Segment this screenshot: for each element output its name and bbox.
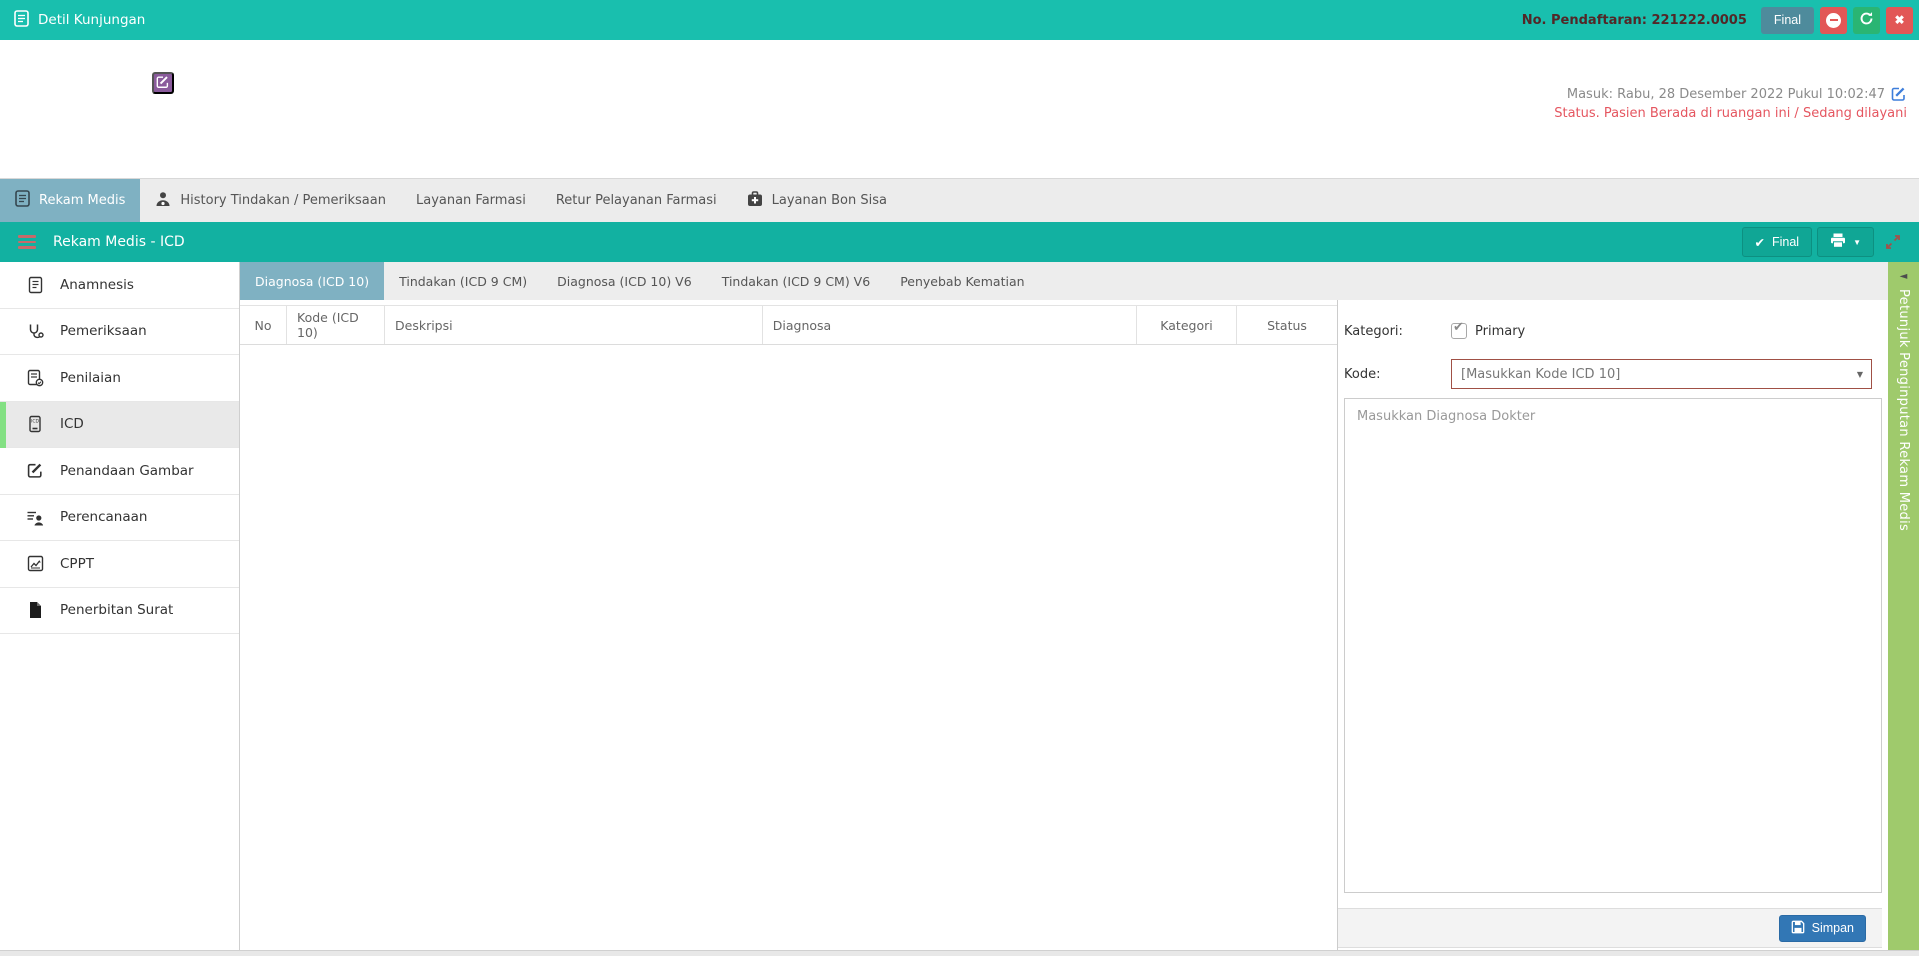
sidebar-item-penandaan-gambar[interactable]: Penandaan Gambar [0,448,239,495]
expand-fullscreen-icon[interactable] [1885,234,1901,250]
svg-text:ICD: ICD [31,419,39,425]
patient-status-text: Status. Pasien Berada di ruangan ini / S… [1554,106,1907,121]
refresh-button[interactable] [1853,7,1880,34]
help-drawer-label: Petunjuk Penginputan Rekam Medis [1896,289,1911,531]
help-drawer-toggle[interactable]: ◄ Petunjuk Penginputan Rekam Medis [1888,262,1919,950]
refresh-icon [1859,11,1874,29]
subtab-tindakan-icd9cm-v6[interactable]: Tindakan (ICD 9 CM) V6 [707,262,886,300]
registration-number: No. Pendaftaran: 221222.0005 [1522,13,1747,28]
diagnosa-entry-form: Kategori: ✔ Primary Kode: [Masukkan Kode… [1337,300,1888,950]
medical-record-icon [15,190,30,211]
print-dropdown-caret-icon: ▼ [1853,238,1861,247]
subtab-penyebab-kematian[interactable]: Penyebab Kematian [885,262,1039,300]
pencil-square-icon [24,462,46,479]
assessment-doc-icon [24,369,46,387]
masuk-text: Masuk: Rabu, 28 Desember 2022 Pukul 10:0… [1567,87,1885,102]
form-footer: Simpan [1338,908,1882,948]
panel-header-actions: ✔ Final ▼ [1742,227,1910,257]
content-area: Anamnesis Pemeriksaan Penilaian ICD ICD … [0,262,1919,950]
tab-rekam-medis[interactable]: Rekam Medis [0,179,140,222]
tab-layanan-bon-sisa[interactable]: Layanan Bon Sisa [732,179,902,222]
kode-select-placeholder: [Masukkan Kode ICD 10] [1461,367,1620,382]
document-icon [14,10,29,31]
sidebar-item-anamnesis[interactable]: Anamnesis [0,262,239,309]
close-button[interactable]: ✖ [1886,7,1913,34]
kode-icd10-select[interactable]: [Masukkan Kode ICD 10] ▼ [1451,359,1872,389]
edit-visit-button[interactable] [152,72,174,94]
visit-info-section: Masuk: Rabu, 28 Desember 2022 Pukul 10:0… [0,40,1919,178]
check-icon: ✔ [1755,235,1765,250]
tab-history-tindakan[interactable]: History Tindakan / Pemeriksaan [140,179,401,222]
tab-retur-pelayanan-farmasi[interactable]: Retur Pelayanan Farmasi [541,179,732,222]
icd-device-icon: ICD [24,415,46,433]
diagnosa-table: No Kode (ICD 10) Deskripsi Diagnosa Kate… [240,300,1337,950]
stethoscope-icon [24,323,46,340]
window-title: Detil Kunjungan [14,10,145,31]
panel-title: Rekam Medis - ICD [53,234,185,250]
print-button[interactable]: ▼ [1817,227,1874,257]
icd-main-area: Diagnosa (ICD 10) Tindakan (ICD 9 CM) Di… [240,262,1888,950]
subtab-diagnosa-icd10-v6[interactable]: Diagnosa (ICD 10) V6 [542,262,707,300]
detil-kunjungan-window: Detil Kunjungan No. Pendaftaran: 221222.… [0,0,1919,956]
save-floppy-icon [1791,920,1805,937]
sidebar-item-perencanaan[interactable]: Perencanaan [0,495,239,542]
column-header-diagnosa: Diagnosa [763,306,1137,344]
subtab-diagnosa-icd10[interactable]: Diagnosa (ICD 10) [240,262,384,300]
icd-sub-tab-bar: Diagnosa (ICD 10) Tindakan (ICD 9 CM) Di… [240,262,1888,300]
menu-icon[interactable] [18,235,36,249]
tab-layanan-farmasi[interactable]: Layanan Farmasi [401,179,541,222]
sidebar: Anamnesis Pemeriksaan Penilaian ICD ICD … [0,262,240,950]
topbar-actions: No. Pendaftaran: 221222.0005 Final ✖ [1522,7,1913,34]
diagnosa-work-area: No Kode (ICD 10) Deskripsi Diagnosa Kate… [240,300,1888,950]
simpan-button[interactable]: Simpan [1779,915,1866,942]
file-icon [24,601,46,619]
chart-icon [24,555,46,572]
doctor-icon [155,191,171,211]
column-header-deskripsi: Deskripsi [385,306,763,344]
sidebar-item-pemeriksaan[interactable]: Pemeriksaan [0,309,239,356]
select-caret-icon: ▼ [1857,370,1863,379]
edit-masuk-icon[interactable] [1891,86,1907,102]
primary-checkbox-label: Primary [1475,324,1525,339]
notepad-icon [24,276,46,294]
sidebar-item-cppt[interactable]: CPPT [0,541,239,588]
diagnosa-table-header: No Kode (ICD 10) Deskripsi Diagnosa Kate… [240,305,1337,345]
final-button-panel[interactable]: ✔ Final [1742,227,1813,257]
topbar: Detil Kunjungan No. Pendaftaran: 221222.… [0,0,1919,40]
bottom-strip [0,950,1919,956]
sidebar-item-penerbitan-surat[interactable]: Penerbitan Surat [0,588,239,635]
final-button-top[interactable]: Final [1761,7,1814,34]
column-header-kode: Kode (ICD 10) [287,306,385,344]
visit-status-block: Masuk: Rabu, 28 Desember 2022 Pukul 10:0… [1554,86,1907,121]
printer-icon [1830,233,1846,251]
plan-person-icon [24,509,46,526]
main-tab-bar: Rekam Medis History Tindakan / Pemeriksa… [0,178,1919,222]
minimize-remove-button[interactable] [1820,7,1847,34]
sidebar-item-penilaian[interactable]: Penilaian [0,355,239,402]
column-header-kategori: Kategori [1137,306,1237,344]
panel-header: Rekam Medis - ICD ✔ Final ▼ [0,222,1919,262]
diagnosa-dokter-textarea[interactable] [1344,398,1882,893]
subtab-tindakan-icd9cm[interactable]: Tindakan (ICD 9 CM) [384,262,542,300]
checkbox-check-icon: ✔ [1453,320,1464,335]
edit-pencil-icon [156,75,170,92]
kode-label: Kode: [1344,367,1451,382]
window-title-text: Detil Kunjungan [38,12,145,28]
primary-checkbox[interactable]: ✔ [1451,323,1467,339]
column-header-status: Status [1237,306,1337,344]
minus-circle-icon [1826,13,1841,28]
column-header-no: No [240,306,287,344]
drawer-arrow-icon: ◄ [1900,271,1908,282]
kategori-label: Kategori: [1344,324,1451,339]
first-aid-kit-icon [747,191,763,211]
close-icon: ✖ [1894,13,1904,27]
sidebar-item-icd[interactable]: ICD ICD [0,402,239,449]
